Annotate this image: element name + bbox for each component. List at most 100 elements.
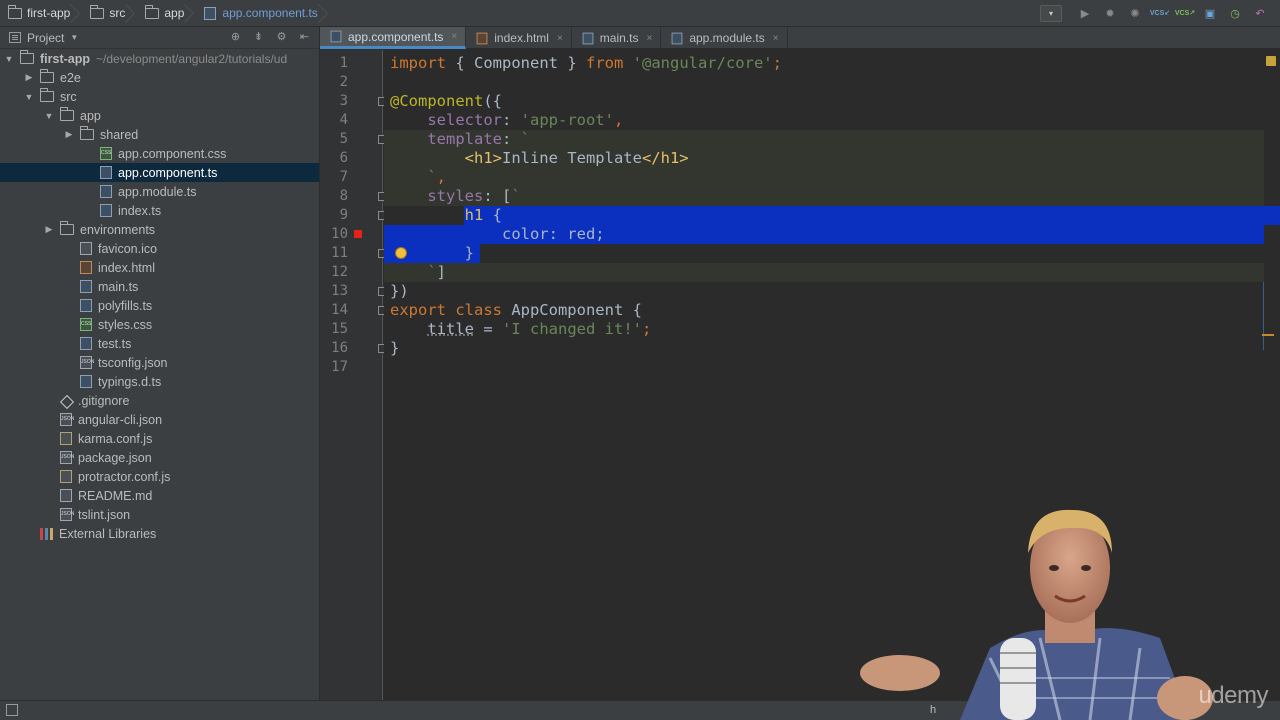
- code-line[interactable]: title = 'I changed it!';: [390, 320, 651, 339]
- line-number: 2: [339, 74, 348, 90]
- close-icon[interactable]: ×: [646, 33, 652, 44]
- tab-main-ts[interactable]: main.ts ×: [572, 27, 662, 49]
- tree-item[interactable]: index.ts: [0, 201, 319, 220]
- code-line[interactable]: color: red;: [390, 225, 605, 244]
- line-number: 10: [331, 226, 348, 242]
- chevron-right-icon[interactable]: ▶: [42, 224, 56, 235]
- tree-item[interactable]: polyfills.ts: [0, 296, 319, 315]
- code-line[interactable]: }): [390, 282, 409, 301]
- line-number: 17: [331, 359, 348, 375]
- json-file-icon: JSON: [60, 451, 74, 464]
- code-line[interactable]: import { Component } from '@angular/core…: [390, 54, 782, 73]
- tree-item[interactable]: test.ts: [0, 334, 319, 353]
- code-token: `: [520, 130, 530, 148]
- code-token: ;: [772, 54, 782, 72]
- code-line[interactable]: `,: [390, 168, 446, 187]
- code-token: </h1>: [641, 149, 689, 167]
- tab-index-html[interactable]: index.html ×: [466, 27, 572, 49]
- tree-item[interactable]: README.md: [0, 486, 319, 505]
- tab-app-component-ts[interactable]: app.component.ts ×: [320, 27, 467, 49]
- lightbulb-icon[interactable]: [396, 248, 406, 258]
- compare-icon[interactable]: ▣: [1202, 6, 1218, 22]
- code-line[interactable]: styles: [`: [390, 187, 520, 206]
- tree-item[interactable]: ▼ src: [0, 87, 319, 106]
- code-line[interactable]: }: [390, 339, 399, 358]
- breadcrumb-file[interactable]: app.component.ts: [196, 0, 323, 27]
- tool-windows-icon[interactable]: [6, 704, 18, 716]
- chevron-down-icon[interactable]: ▼: [42, 111, 56, 121]
- tree-item[interactable]: main.ts: [0, 277, 319, 296]
- code-line[interactable]: `]: [390, 263, 446, 282]
- project-path: ~/development/angular2/tutorials/ud: [96, 51, 288, 66]
- line-number: 16: [331, 340, 348, 356]
- tree-item[interactable]: External Libraries: [0, 524, 319, 543]
- run-config-dropdown[interactable]: ▾: [1040, 5, 1062, 22]
- gear-icon[interactable]: ⚙: [275, 31, 288, 44]
- close-icon[interactable]: ×: [451, 31, 457, 42]
- tree-item-label: app.component.ts: [118, 165, 218, 180]
- warning-marker[interactable]: [1266, 56, 1276, 66]
- code-line[interactable]: selector: 'app-root',: [390, 111, 623, 130]
- vcs-commit-icon[interactable]: VCS ↗: [1175, 6, 1195, 22]
- tree-item[interactable]: ▶ shared: [0, 125, 319, 144]
- tree-item[interactable]: JSON angular-cli.json: [0, 410, 319, 429]
- tree-item[interactable]: ▼ first-app ~/development/angular2/tutoria…: [0, 49, 319, 68]
- code-token: ,: [436, 168, 447, 186]
- udemy-watermark: udemy: [1198, 682, 1268, 709]
- tree-item-label: .gitignore: [78, 393, 130, 408]
- close-icon[interactable]: ×: [557, 33, 563, 44]
- tree-item[interactable]: CSS styles.css: [0, 315, 319, 334]
- history-icon[interactable]: ◷: [1227, 6, 1243, 22]
- tree-item[interactable]: ▶ e2e: [0, 68, 319, 87]
- revert-icon[interactable]: ↶: [1252, 6, 1268, 22]
- coverage-icon[interactable]: ✺: [1127, 6, 1143, 22]
- tree-item-label: src: [60, 89, 77, 104]
- tree-item[interactable]: favicon.ico: [0, 239, 319, 258]
- breakpoint-icon[interactable]: [354, 230, 362, 238]
- hide-panel-icon[interactable]: ⇤: [298, 31, 311, 44]
- tree-item-label: shared: [100, 127, 139, 142]
- tree-item[interactable]: protractor.conf.js: [0, 467, 319, 486]
- tree-item-label: angular-cli.json: [78, 412, 163, 427]
- close-icon[interactable]: ×: [773, 33, 779, 44]
- chevron-down-icon[interactable]: ▼: [2, 54, 16, 64]
- ts-file-icon: [100, 166, 112, 179]
- code-token: :: [501, 130, 521, 148]
- collapse-all-icon[interactable]: ⇟: [252, 31, 265, 44]
- target-icon[interactable]: ⊕: [229, 31, 242, 44]
- code-line[interactable]: h1 {: [390, 206, 502, 225]
- tree-item[interactable]: ▼ app: [0, 106, 319, 125]
- run-icon[interactable]: ▶: [1077, 6, 1093, 22]
- vcs-update-icon[interactable]: VCS ↙: [1150, 6, 1170, 22]
- chevron-down-icon[interactable]: ▼: [22, 92, 36, 102]
- breadcrumb-first-app[interactable]: first-app: [0, 0, 76, 27]
- tab-label: app.module.ts: [689, 31, 765, 45]
- tree-item[interactable]: karma.conf.js: [0, 429, 319, 448]
- project-panel-title[interactable]: Project: [27, 31, 64, 45]
- tab-app-module-ts[interactable]: app.module.ts ×: [661, 27, 788, 49]
- tree-item[interactable]: CSS app.component.css: [0, 144, 319, 163]
- breadcrumb-app[interactable]: app: [137, 0, 190, 27]
- chevron-right-icon[interactable]: ▶: [22, 72, 36, 83]
- chevron-right-icon[interactable]: ▶: [62, 129, 76, 140]
- debug-icon[interactable]: ✹: [1102, 6, 1118, 22]
- tree-item[interactable]: index.html: [0, 258, 319, 277]
- tree-item[interactable]: app.component.ts: [0, 163, 319, 182]
- tree-item[interactable]: app.module.ts: [0, 182, 319, 201]
- code-token: selector: [427, 111, 502, 129]
- tree-item[interactable]: .gitignore: [0, 391, 319, 410]
- chevron-down-icon[interactable]: ▼: [70, 33, 78, 42]
- tree-item[interactable]: ▶ environments: [0, 220, 319, 239]
- code-line[interactable]: export class AppComponent {: [390, 301, 642, 320]
- tree-item[interactable]: JSON tslint.json: [0, 505, 319, 524]
- tree-item-label: environments: [80, 222, 156, 237]
- code-line[interactable]: @Component({: [390, 92, 502, 111]
- code-line[interactable]: <h1>Inline Template</h1>: [390, 149, 689, 168]
- breadcrumb-src[interactable]: src: [82, 0, 131, 27]
- tree-item[interactable]: JSON package.json: [0, 448, 319, 467]
- tree-item[interactable]: typings.d.ts: [0, 372, 319, 391]
- code-line[interactable]: template: `: [390, 130, 530, 149]
- tree-item[interactable]: JSON tsconfig.json: [0, 353, 319, 372]
